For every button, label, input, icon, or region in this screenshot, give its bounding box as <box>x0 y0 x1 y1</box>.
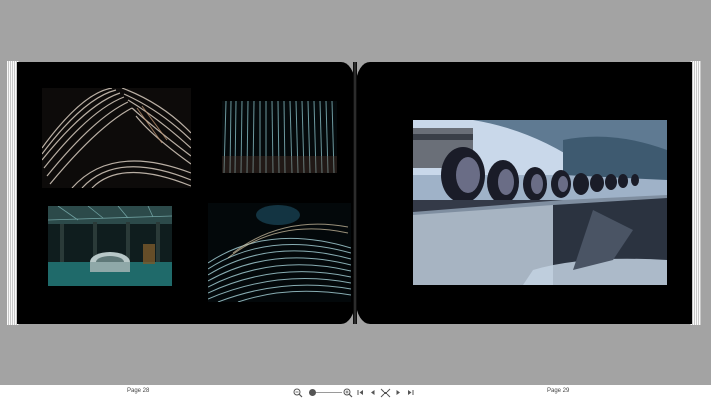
photo-cyan-wire-strands[interactable] <box>222 101 337 173</box>
magnifier-plus-icon[interactable] <box>342 387 354 398</box>
last-page-icon[interactable] <box>406 387 415 398</box>
next-page-icon[interactable] <box>394 387 403 398</box>
left-page-number: Page 28 <box>127 388 150 394</box>
book-viewer <box>0 0 711 385</box>
magnifier-minus-icon[interactable] <box>292 387 304 398</box>
right-page-number: Page 29 <box>547 388 570 394</box>
photo-industrial-pipes-river[interactable] <box>413 120 667 285</box>
photo-wire-coils-closeup[interactable] <box>42 88 191 188</box>
photo-factory-hall-with-coil[interactable] <box>48 206 172 286</box>
photo-wire-bundle-dark[interactable] <box>208 203 351 302</box>
zoom-slider-thumb[interactable] <box>308 389 316 396</box>
page-spread-icon[interactable] <box>379 387 392 398</box>
status-bar: Page 28 Page 29 <box>0 385 711 400</box>
book-spine <box>353 62 357 324</box>
previous-page-icon[interactable] <box>368 387 377 398</box>
first-page-icon[interactable] <box>356 387 365 398</box>
